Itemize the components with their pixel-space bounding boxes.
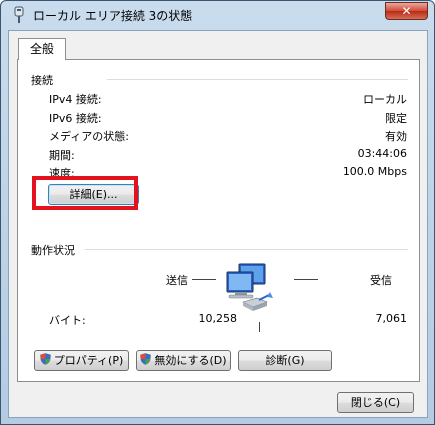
sent-connector-line [192, 279, 216, 280]
status-dialog: ローカル エリア接続 3の状態 ✕ 全般 接続 IPv4 接続: ローカル IP… [0, 0, 435, 425]
bytes-label: バイト: [49, 314, 86, 327]
close-button[interactable]: 閉じる(C) [337, 392, 414, 413]
connection-group-divider [107, 79, 408, 80]
uac-shield-icon [140, 352, 152, 371]
connection-group-title: 接続 [31, 74, 53, 87]
activity-group-title: 動作状況 [31, 244, 75, 257]
disable-button-label: 無効にする(D) [154, 354, 227, 367]
network-adapter-icon [11, 6, 27, 24]
window-title: ローカル エリア接続 3の状態 [33, 9, 193, 23]
ipv4-value: ローカル [363, 93, 407, 106]
diagnose-button[interactable]: 診断(G) [238, 350, 332, 371]
properties-button[interactable]: プロパティ(P) [34, 350, 129, 371]
properties-button-label: プロパティ(P) [53, 354, 124, 367]
disable-button[interactable]: 無効にする(D) [136, 350, 231, 371]
dialog-client-area: 全般 接続 IPv4 接続: ローカル IPv6 接続: 限定 メディアの状態:… [8, 30, 428, 418]
details-button-highlight [32, 176, 138, 210]
ipv6-value: 限定 [385, 112, 407, 125]
tab-general[interactable]: 全般 [18, 38, 66, 60]
activity-group-divider [85, 249, 408, 250]
general-tab-panel: 接続 IPv4 接続: ローカル IPv6 接続: 限定 メディアの状態: 有効… [17, 59, 420, 382]
duration-label: 期間: [49, 149, 75, 162]
media-state-label: メディアの状態: [49, 130, 129, 143]
computers-network-icon [223, 262, 287, 328]
ipv6-label: IPv6 接続: [49, 112, 102, 125]
title-bar[interactable]: ローカル エリア接続 3の状態 ✕ [1, 1, 434, 29]
duration-value: 03:44:06 [357, 147, 407, 160]
received-connector-line [294, 279, 318, 280]
uac-shield-icon [39, 352, 51, 371]
bytes-received-value: 7,061 [375, 312, 408, 325]
title-close-button[interactable]: ✕ [385, 2, 428, 20]
speed-value: 100.0 Mbps [342, 165, 407, 178]
ipv4-label: IPv4 接続: [49, 93, 102, 106]
received-label: 受信 [370, 274, 392, 287]
media-state-value: 有効 [385, 130, 407, 143]
sent-label: 送信 [166, 274, 188, 287]
